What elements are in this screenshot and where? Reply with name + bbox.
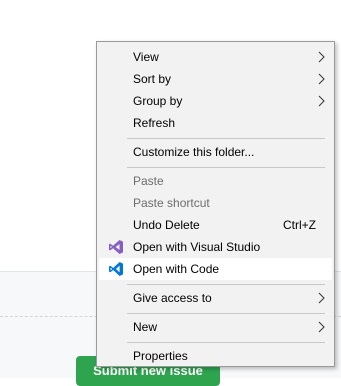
menu-item-label: Give access to	[133, 291, 212, 305]
menu-item-label: Paste	[133, 174, 164, 188]
menu-item-label: Customize this folder...	[133, 145, 255, 159]
menu-item-paste-shortcut[interactable]: Paste shortcut	[99, 192, 332, 214]
menu-item-label: Properties	[133, 349, 188, 363]
chevron-right-icon	[318, 292, 325, 304]
menu-separator	[127, 138, 325, 139]
menu-item-label: View	[133, 50, 159, 64]
menu-separator	[127, 313, 325, 314]
menu-item-open-visual-studio[interactable]: Open with Visual Studio	[99, 236, 332, 258]
chevron-right-icon	[318, 73, 325, 85]
menu-item-give-access-to[interactable]: Give access to	[99, 287, 332, 309]
menu-item-label: Paste shortcut	[133, 196, 210, 210]
menu-item-label: Open with Visual Studio	[133, 240, 261, 254]
context-menu: View Sort by Group by Refresh Customize …	[96, 41, 335, 367]
menu-item-shortcut: Ctrl+Z	[283, 218, 316, 232]
menu-item-label: Refresh	[133, 116, 176, 130]
menu-item-label: Undo Delete	[133, 218, 200, 232]
menu-item-label: Sort by	[133, 72, 172, 86]
menu-item-label: Open with Code	[133, 262, 220, 276]
vscode-icon	[109, 262, 123, 276]
chevron-right-icon	[318, 51, 325, 63]
menu-item-view[interactable]: View	[99, 46, 332, 68]
menu-item-undo-delete[interactable]: Undo Delete Ctrl+Z	[99, 214, 332, 236]
menu-separator	[127, 167, 325, 168]
menu-separator	[127, 284, 325, 285]
menu-item-paste[interactable]: Paste	[99, 170, 332, 192]
menu-item-sort-by[interactable]: Sort by	[99, 68, 332, 90]
chevron-right-icon	[318, 95, 325, 107]
menu-item-label: New	[133, 320, 158, 334]
menu-item-label: Group by	[133, 94, 183, 108]
chevron-right-icon	[318, 321, 325, 333]
menu-separator	[127, 342, 325, 343]
menu-item-properties[interactable]: Properties	[99, 345, 332, 367]
menu-item-group-by[interactable]: Group by	[99, 90, 332, 112]
menu-item-refresh[interactable]: Refresh	[99, 112, 332, 134]
menu-item-open-with-code[interactable]: Open with Code	[99, 258, 332, 280]
visual-studio-icon	[109, 240, 123, 254]
menu-item-customize-folder[interactable]: Customize this folder...	[99, 141, 332, 163]
menu-item-new[interactable]: New	[99, 316, 332, 338]
